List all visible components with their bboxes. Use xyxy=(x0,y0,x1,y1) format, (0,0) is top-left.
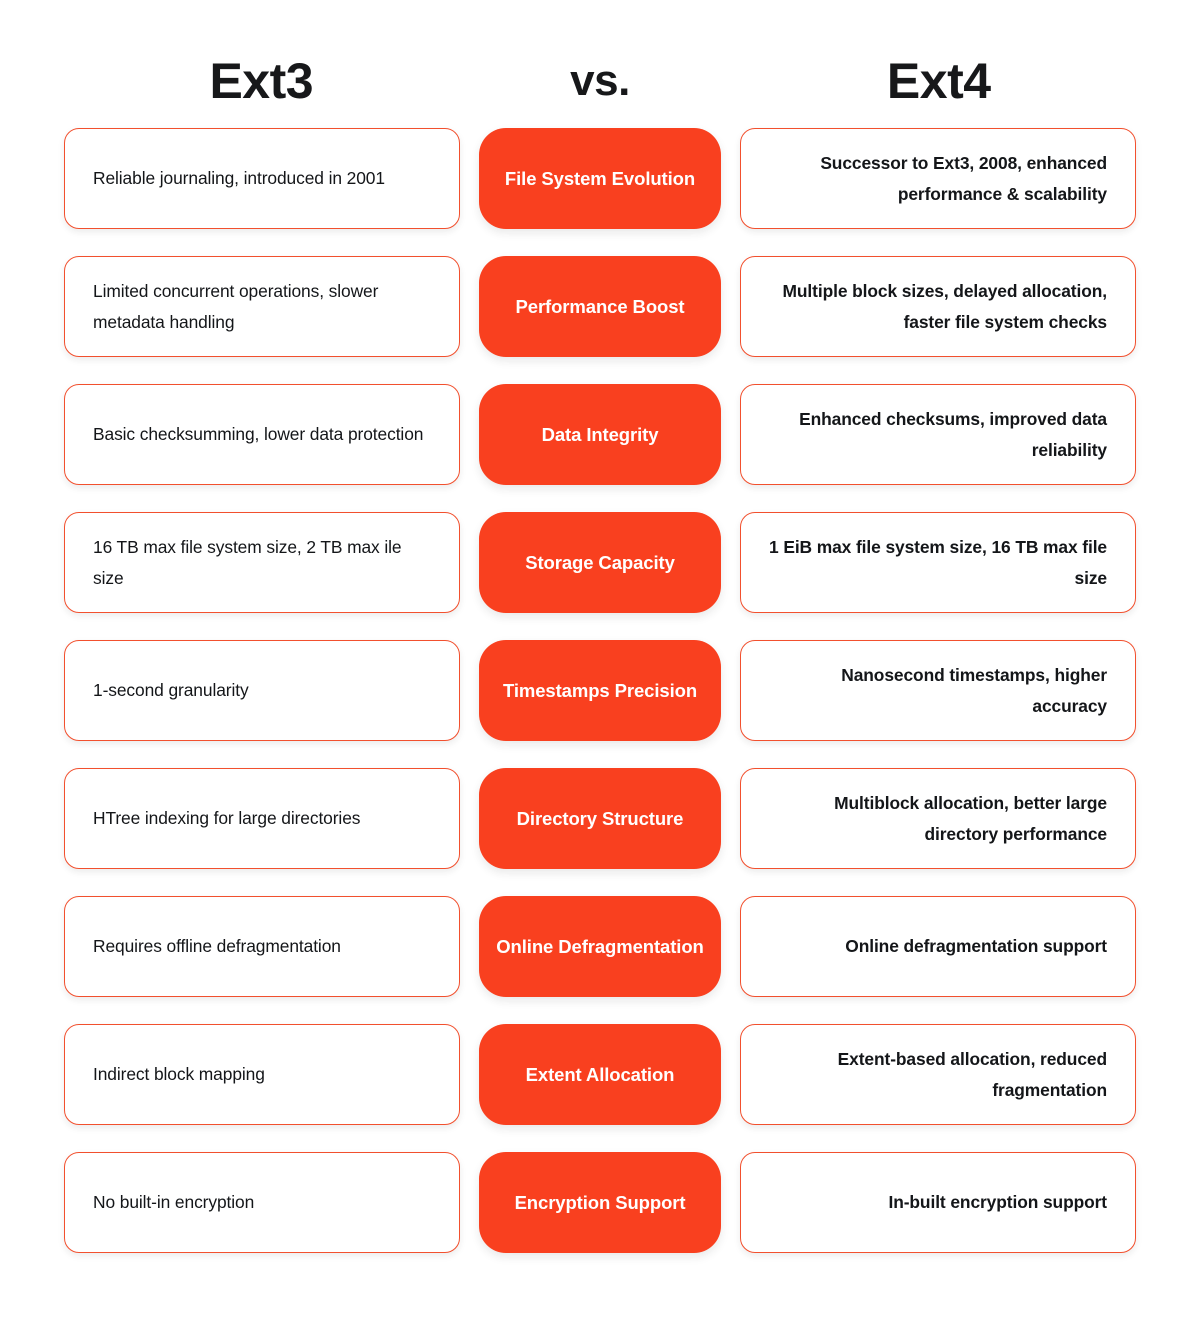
page-title-ext3: Ext3 xyxy=(209,53,314,109)
ext4-card: Enhanced checksums, improved data reliab… xyxy=(740,384,1136,485)
comparison-row: No built-in encryption Encryption Suppor… xyxy=(64,1152,1136,1253)
ext3-card-text: Indirect block mapping xyxy=(93,1064,265,1085)
ext3-card: 16 TB max file system size, 2 TB max ile… xyxy=(64,512,460,613)
comparison-row: HTree indexing for large directories Dir… xyxy=(64,768,1136,869)
category-pill-label: Encryption Support xyxy=(514,1191,686,1213)
ext3-card: Basic checksumming, lower data protectio… xyxy=(64,384,460,485)
page-title-ext4: Ext4 xyxy=(886,53,991,109)
ext3-card: Limited concurrent operations, slower me… xyxy=(64,256,460,357)
ext4-card-text: Online defragmentation support xyxy=(845,936,1107,957)
ext4-card: Multiblock allocation, better large dire… xyxy=(740,768,1136,869)
ext3-card-text: 1-second granularity xyxy=(93,680,249,701)
category-pill-label: Online Defragmentation xyxy=(496,935,704,957)
category-pill-label: Directory Structure xyxy=(516,807,684,829)
category-pill: Directory Structure xyxy=(479,768,721,869)
header-column-right: Ext4 xyxy=(741,56,1136,106)
ext4-card: Nanosecond timestamps, higher accuracy xyxy=(740,640,1136,741)
ext4-card-text: Multiple block sizes, delayed allocation… xyxy=(782,280,1108,332)
ext4-card-text: Extent-based allocation, reduced fragmen… xyxy=(837,1048,1107,1100)
ext4-card-text: Multiblock allocation, better large dire… xyxy=(834,792,1107,844)
page-title-vs: vs. xyxy=(570,56,630,105)
comparison-row: Indirect block mapping Extent Allocation… xyxy=(64,1024,1136,1125)
ext3-card-text: Basic checksumming, lower data protectio… xyxy=(93,424,424,445)
category-pill: Storage Capacity xyxy=(479,512,721,613)
ext3-card-text: 16 TB max file system size, 2 TB max ile… xyxy=(93,536,402,588)
ext4-card: 1 EiB max file system size, 16 TB max fi… xyxy=(740,512,1136,613)
category-pill: Online Defragmentation xyxy=(479,896,721,997)
category-pill: Timestamps Precision xyxy=(479,640,721,741)
comparison-row: Reliable journaling, introduced in 2001 … xyxy=(64,128,1136,229)
category-pill-label: Timestamps Precision xyxy=(502,679,698,701)
comparison-row: Basic checksumming, lower data protectio… xyxy=(64,384,1136,485)
ext4-card: Extent-based allocation, reduced fragmen… xyxy=(740,1024,1136,1125)
comparison-row: 1-second granularity Timestamps Precisio… xyxy=(64,640,1136,741)
ext4-card-text: Nanosecond timestamps, higher accuracy xyxy=(841,664,1107,716)
comparison-row: Requires offline defragmentation Online … xyxy=(64,896,1136,997)
category-pill: Encryption Support xyxy=(479,1152,721,1253)
comparison-row: Limited concurrent operations, slower me… xyxy=(64,256,1136,357)
ext3-card-text: Reliable journaling, introduced in 2001 xyxy=(93,168,385,189)
ext4-card-text: Enhanced checksums, improved data reliab… xyxy=(799,408,1107,460)
ext4-card: Online defragmentation support xyxy=(740,896,1136,997)
category-pill: Data Integrity xyxy=(479,384,721,485)
category-pill-label: Storage Capacity xyxy=(525,551,675,573)
ext3-card-text: Limited concurrent operations, slower me… xyxy=(93,280,379,332)
ext3-card-text: Requires offline defragmentation xyxy=(93,936,341,957)
header-column-left: Ext3 xyxy=(64,56,459,106)
ext4-card-text: 1 EiB max file system size, 16 TB max fi… xyxy=(769,536,1107,588)
ext3-card: 1-second granularity xyxy=(64,640,460,741)
category-pill-label: Data Integrity xyxy=(541,423,659,445)
ext3-card-text: HTree indexing for large directories xyxy=(93,808,361,829)
ext3-card: Requires offline defragmentation xyxy=(64,896,460,997)
ext4-card: Successor to Ext3, 2008, enhanced perfor… xyxy=(740,128,1136,229)
ext3-card: HTree indexing for large directories xyxy=(64,768,460,869)
comparison-header: Ext3 vs. Ext4 xyxy=(0,0,1200,128)
category-pill: Extent Allocation xyxy=(479,1024,721,1125)
comparison-infographic: Ext3 vs. Ext4 Reliable journaling, intro… xyxy=(0,0,1200,1330)
ext3-card: No built-in encryption xyxy=(64,1152,460,1253)
ext4-card-text: In-built encryption support xyxy=(888,1192,1107,1213)
ext4-card: Multiple block sizes, delayed allocation… xyxy=(740,256,1136,357)
category-pill-label: Extent Allocation xyxy=(525,1063,675,1085)
ext4-card-text: Successor to Ext3, 2008, enhanced perfor… xyxy=(820,152,1107,204)
category-pill-label: File System Evolution xyxy=(504,167,696,189)
ext4-card: In-built encryption support xyxy=(740,1152,1136,1253)
ext3-card: Reliable journaling, introduced in 2001 xyxy=(64,128,460,229)
category-pill-label: Performance Boost xyxy=(515,295,685,317)
ext3-card-text: No built-in encryption xyxy=(93,1192,255,1213)
category-pill: Performance Boost xyxy=(479,256,721,357)
category-pill: File System Evolution xyxy=(479,128,721,229)
header-column-center: vs. xyxy=(459,59,742,103)
comparison-row: 16 TB max file system size, 2 TB max ile… xyxy=(64,512,1136,613)
ext3-card: Indirect block mapping xyxy=(64,1024,460,1125)
comparison-rows: Reliable journaling, introduced in 2001 … xyxy=(0,128,1200,1253)
